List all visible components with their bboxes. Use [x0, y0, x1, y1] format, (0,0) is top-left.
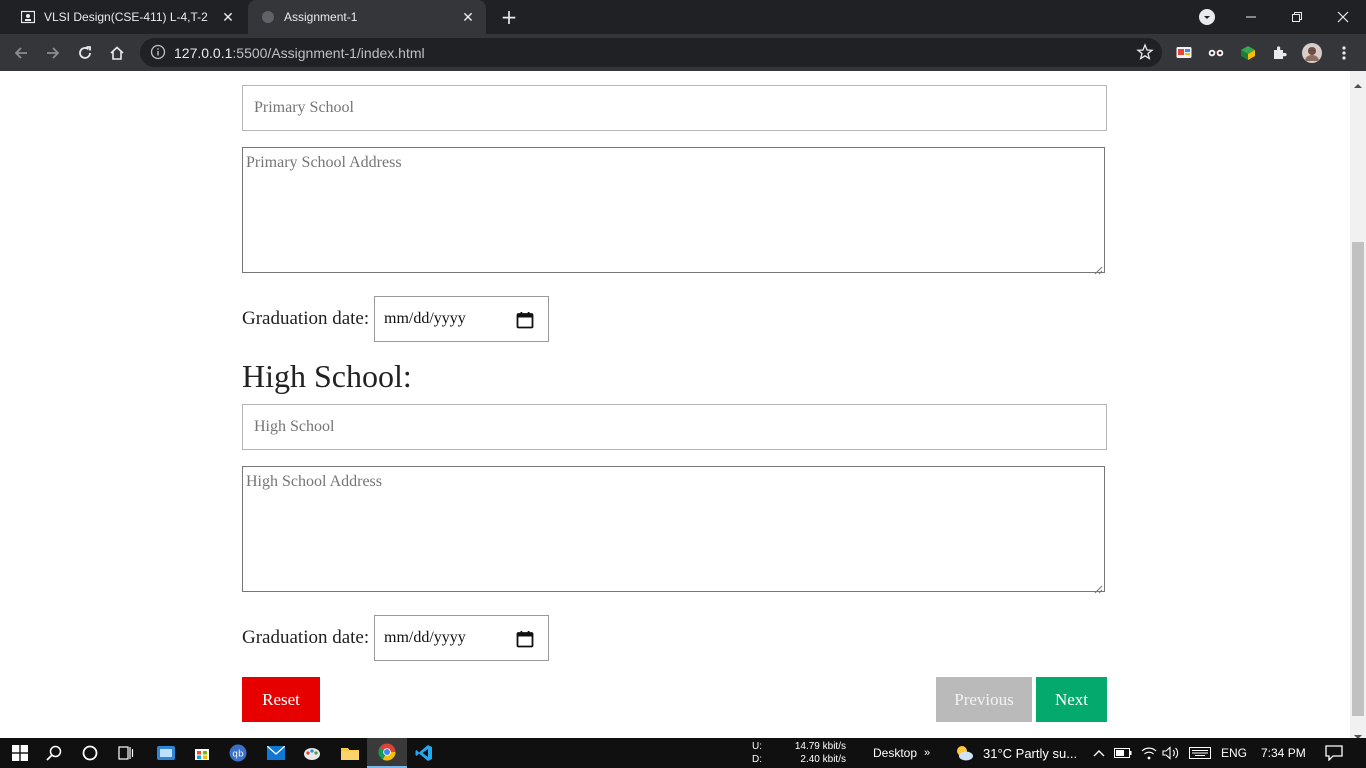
high-school-input[interactable]: High School: [242, 404, 1107, 450]
volume-icon[interactable]: [1160, 738, 1182, 768]
browser-tab-bar: VLSI Design(CSE-411) L-4,T-2 ✕ Assignmen…: [0, 0, 1366, 34]
primary-school-address-textarea[interactable]: Primary School Address: [242, 147, 1105, 275]
close-window-icon[interactable]: [1320, 0, 1366, 34]
cortana-icon[interactable]: [70, 738, 110, 768]
scroll-thumb[interactable]: [1352, 242, 1364, 716]
extension-screen-icon[interactable]: [1174, 43, 1194, 63]
site-info-icon[interactable]: [150, 44, 166, 60]
address-bar[interactable]: 127.0.0.1:5500/Assignment-1/index.html: [140, 38, 1162, 67]
chevron-up-icon[interactable]: [1088, 738, 1110, 768]
reset-button[interactable]: Reset: [242, 677, 320, 722]
high-graduation-date-input[interactable]: mm/dd/yyyy: [374, 615, 549, 661]
date-placeholder: mm/dd/yyyy: [384, 310, 466, 327]
vscode-icon[interactable]: [404, 738, 444, 768]
back-arrow-icon[interactable]: [8, 40, 34, 66]
tab-assignment-1[interactable]: Assignment-1 ✕: [248, 0, 486, 34]
date-placeholder: mm/dd/yyyy: [384, 629, 466, 646]
tab-close-icon[interactable]: ✕: [218, 7, 238, 27]
qb-app-icon[interactable]: qb: [218, 738, 258, 768]
high-school-placeholder: High School: [254, 418, 335, 435]
store-icon[interactable]: [182, 738, 222, 768]
desktop-toolbar-label[interactable]: Desktop: [873, 738, 917, 768]
minimize-icon[interactable]: [1228, 0, 1274, 34]
classroom-favicon-icon: [20, 9, 36, 25]
primary-school-placeholder: Primary School: [254, 99, 354, 116]
notification-center-icon[interactable]: [1314, 738, 1354, 768]
high-school-address-placeholder: High School Address: [246, 473, 382, 490]
extensions-puzzle-icon[interactable]: [1270, 43, 1290, 63]
weather-partly-sunny-icon[interactable]: [944, 738, 984, 768]
input-language[interactable]: ENG: [1221, 738, 1247, 768]
high-school-heading: High School:: [242, 358, 412, 394]
svg-text:qb: qb: [232, 750, 244, 760]
tab-title: VLSI Design(CSE-411) L-4,T-2: [44, 10, 208, 24]
primary-graduation-date-input[interactable]: mm/dd/yyyy: [374, 296, 549, 342]
mail-icon[interactable]: [256, 738, 296, 768]
chrome-menu-icon[interactable]: [1334, 43, 1354, 63]
paint-app-icon[interactable]: [292, 738, 332, 768]
scroll-down-arrow-icon[interactable]: [1354, 726, 1362, 739]
battery-icon[interactable]: [1112, 738, 1134, 768]
calendar-icon[interactable]: [516, 630, 534, 648]
file-explorer-icon[interactable]: [330, 738, 370, 768]
scroll-up-arrow-icon[interactable]: [1354, 75, 1362, 88]
bookmark-star-icon[interactable]: [1136, 43, 1154, 61]
primary-school-address-placeholder: Primary School Address: [246, 154, 402, 171]
primary-graduation-label: Graduation date:: [242, 308, 370, 329]
network-speed-meter: U: 14.79 kbit/s D: 2.40 kbit/s: [752, 740, 846, 766]
upload-speed: 14.79 kbit/s: [794, 741, 846, 752]
next-button[interactable]: Next: [1036, 677, 1107, 722]
task-view-icon[interactable]: [106, 738, 146, 768]
resize-handle-icon[interactable]: [1094, 262, 1103, 275]
previous-button[interactable]: Previous: [936, 677, 1032, 722]
tab-title: Assignment-1: [284, 10, 358, 24]
page-viewport: Primary School Primary School Address Gr…: [0, 71, 1350, 738]
wifi-icon[interactable]: [1138, 738, 1160, 768]
download-speed: 2.40 kbit/s: [800, 754, 846, 765]
upload-label: U:: [752, 741, 762, 752]
high-graduation-label: Graduation date:: [242, 627, 370, 648]
chrome-taskbar-icon[interactable]: [367, 738, 407, 768]
reload-icon[interactable]: [72, 40, 98, 66]
url-text: 127.0.0.1:5500/Assignment-1/index.html: [174, 45, 425, 61]
extension-glasses-icon[interactable]: [1206, 43, 1226, 63]
restore-icon[interactable]: [1274, 0, 1320, 34]
page-scrollbar[interactable]: [1350, 71, 1366, 739]
weather-text[interactable]: 31°C Partly su...: [983, 738, 1077, 768]
calendar-icon[interactable]: [516, 311, 534, 329]
tab-close-icon[interactable]: ✕: [458, 7, 478, 27]
download-label: D:: [752, 754, 762, 765]
profile-avatar-icon[interactable]: [1302, 43, 1322, 63]
chevron-expand-icon[interactable]: »: [924, 738, 930, 768]
high-school-address-textarea[interactable]: High School Address: [242, 466, 1105, 594]
resize-handle-icon[interactable]: [1094, 581, 1103, 594]
home-icon[interactable]: [104, 40, 130, 66]
tab-vlsi-design[interactable]: VLSI Design(CSE-411) L-4,T-2 ✕: [8, 0, 246, 34]
search-icon[interactable]: [34, 738, 74, 768]
browser-toolbar: 127.0.0.1:5500/Assignment-1/index.html: [0, 34, 1366, 71]
forward-arrow-icon[interactable]: [40, 40, 66, 66]
windows-taskbar: qb U: 14.79 kbit/s D: 2.40 kbit/s Deskto…: [0, 738, 1366, 768]
extension-cube-icon[interactable]: [1238, 43, 1258, 63]
new-tab-icon[interactable]: +: [498, 6, 520, 28]
tab-search-icon[interactable]: [1199, 9, 1215, 25]
primary-school-input[interactable]: Primary School: [242, 85, 1107, 131]
taskbar-app-icon[interactable]: [146, 738, 186, 768]
clock-time[interactable]: 7:34 PM: [1261, 738, 1306, 768]
globe-favicon-icon: [260, 9, 276, 25]
keyboard-icon[interactable]: [1186, 738, 1214, 768]
